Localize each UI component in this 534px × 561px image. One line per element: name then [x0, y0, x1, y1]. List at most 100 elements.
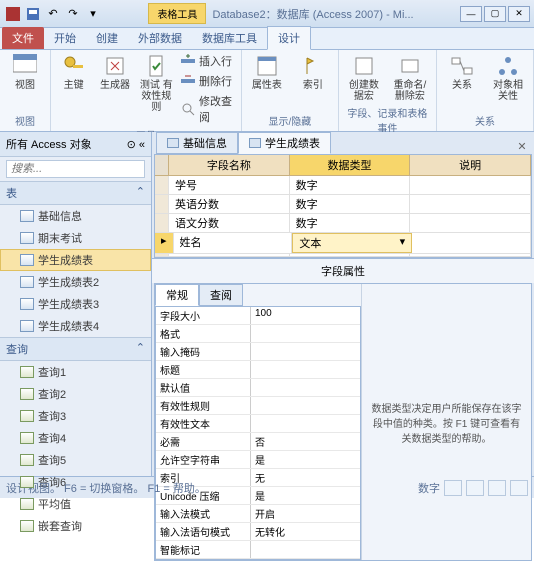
prop-value[interactable] [251, 343, 360, 360]
view-btn-2[interactable] [466, 480, 484, 496]
view-button[interactable]: 视图 [4, 52, 46, 93]
nav-table-item[interactable]: 学生成绩表3 [0, 293, 151, 315]
nav-query-item[interactable]: 查询3 [0, 405, 151, 427]
property-row[interactable]: 标题 [156, 361, 360, 379]
nav-table-item[interactable]: 基础信息 [0, 205, 151, 227]
prop-value[interactable] [251, 325, 360, 342]
nav-table-item[interactable]: 学生成绩表 [0, 249, 151, 271]
dropdown-icon[interactable]: ▾ [400, 235, 406, 251]
nav-table-item[interactable]: 学生成绩表2 [0, 271, 151, 293]
prop-value[interactable] [251, 415, 360, 432]
nav-query-item[interactable]: 查询5 [0, 449, 151, 471]
nav-table-item[interactable]: 学生成绩表4 [0, 315, 151, 337]
nav-header[interactable]: 所有 Access 对象 ⊙ « [0, 132, 151, 157]
field-name-cell[interactable]: 姓名 [174, 233, 293, 253]
property-row[interactable]: 默认值 [156, 379, 360, 397]
property-row[interactable]: 字段大小100 [156, 307, 360, 325]
prop-value[interactable] [251, 379, 360, 396]
row-selector[interactable] [155, 195, 169, 213]
nav-dropdown-icon[interactable]: ⊙ « [127, 138, 145, 151]
grid-row[interactable]: 学号数字 [155, 176, 531, 195]
search-input[interactable] [6, 160, 145, 178]
tab-design[interactable]: 设计 [267, 26, 311, 50]
modify-lookup-button[interactable]: 修改查阅 [179, 92, 237, 126]
delete-row-button[interactable]: 删除行 [179, 72, 237, 90]
property-row[interactable]: 允许空字符串是 [156, 451, 360, 469]
prop-value[interactable]: 无 [251, 469, 360, 486]
property-row[interactable]: 输入掩码 [156, 343, 360, 361]
col-datatype[interactable]: 数据类型 [290, 155, 411, 176]
field-name-cell[interactable]: 语文分数 [169, 214, 290, 232]
builder-button[interactable]: 生成器 [96, 52, 133, 93]
save-icon[interactable] [24, 5, 42, 23]
description-cell[interactable] [410, 214, 531, 232]
row-selector[interactable] [155, 176, 169, 194]
prop-value[interactable]: 是 [251, 487, 360, 504]
view-btn-3[interactable] [488, 480, 506, 496]
data-type-cell[interactable]: 文本▾ [292, 233, 412, 253]
property-row[interactable]: 格式 [156, 325, 360, 343]
property-row[interactable]: 输入法语句模式无转化 [156, 523, 360, 541]
maximize-button[interactable]: ▢ [484, 6, 506, 22]
insert-row-button[interactable]: 插入行 [179, 52, 237, 70]
prop-value[interactable] [251, 397, 360, 414]
property-row[interactable]: 输入法模式开启 [156, 505, 360, 523]
property-row[interactable]: 有效性规则 [156, 397, 360, 415]
nav-query-item[interactable]: 查询2 [0, 383, 151, 405]
property-row[interactable]: 有效性文本 [156, 415, 360, 433]
tab-external[interactable]: 外部数据 [128, 27, 192, 49]
doc-tab-2[interactable]: 学生成绩表 [238, 132, 331, 154]
data-type-cell[interactable]: 数字 [290, 214, 411, 232]
doc-tab-1[interactable]: 基础信息 [156, 132, 238, 154]
prop-value[interactable]: 否 [251, 433, 360, 450]
grid-row[interactable]: 英语分数数字 [155, 195, 531, 214]
tab-file[interactable]: 文件 [2, 27, 44, 49]
view-btn-1[interactable] [444, 480, 462, 496]
tab-home[interactable]: 开始 [44, 27, 86, 49]
grid-row[interactable]: ▸姓名文本▾ [155, 233, 531, 254]
prop-value[interactable] [251, 541, 360, 558]
description-cell[interactable] [412, 233, 531, 253]
data-type-cell[interactable]: 数字 [290, 176, 411, 194]
col-description[interactable]: 说明 [410, 155, 531, 176]
row-selector[interactable]: ▸ [155, 233, 174, 253]
description-cell[interactable] [410, 195, 531, 213]
close-tab-button[interactable]: ✕ [514, 138, 530, 154]
prop-value[interactable] [251, 361, 360, 378]
tab-dbtools[interactable]: 数据库工具 [192, 27, 267, 49]
nav-table-item[interactable]: 期末考试 [0, 227, 151, 249]
redo-icon[interactable]: ↷ [64, 5, 82, 23]
description-cell[interactable] [410, 176, 531, 194]
field-name-cell[interactable]: 学号 [169, 176, 290, 194]
prop-value[interactable]: 无转化 [251, 523, 360, 540]
property-sheet-button[interactable]: 属性表 [246, 52, 288, 93]
undo-icon[interactable]: ↶ [44, 5, 62, 23]
relationships-button[interactable]: 关系 [441, 52, 483, 93]
nav-group-tables[interactable]: 表⌃ [0, 181, 151, 205]
nav-query-item[interactable]: 查询1 [0, 361, 151, 383]
prop-tab-lookup[interactable]: 查阅 [199, 284, 243, 306]
property-row[interactable]: 必需否 [156, 433, 360, 451]
nav-query-item[interactable]: 查询4 [0, 427, 151, 449]
property-row[interactable]: 智能标记 [156, 541, 360, 559]
rename-macro-button[interactable]: 重命名/ 删除宏 [389, 52, 431, 104]
prop-value[interactable]: 开启 [251, 505, 360, 522]
grid-row[interactable]: 语文分数数字 [155, 214, 531, 233]
prop-tab-general[interactable]: 常规 [155, 284, 199, 306]
minimize-button[interactable]: — [460, 6, 482, 22]
nav-query-item[interactable]: 平均值 [0, 493, 151, 515]
test-validation-button[interactable]: 测试 有效性规则 [138, 52, 175, 115]
qat-more-icon[interactable]: ▾ [84, 5, 102, 23]
prop-value[interactable]: 是 [251, 451, 360, 468]
field-name-cell[interactable]: 英语分数 [169, 195, 290, 213]
primary-key-button[interactable]: 主键 [55, 52, 92, 93]
prop-value[interactable]: 100 [251, 307, 360, 324]
view-btn-4[interactable] [510, 480, 528, 496]
tab-create[interactable]: 创建 [86, 27, 128, 49]
create-macro-button[interactable]: 创建数据宏 [343, 52, 385, 104]
row-selector[interactable] [155, 214, 169, 232]
object-deps-button[interactable]: 对象相关性 [487, 52, 529, 104]
nav-group-queries[interactable]: 查询⌃ [0, 337, 151, 361]
nav-query-item[interactable]: 嵌套查询 [0, 515, 151, 537]
indexes-button[interactable]: 索引 [292, 52, 334, 93]
